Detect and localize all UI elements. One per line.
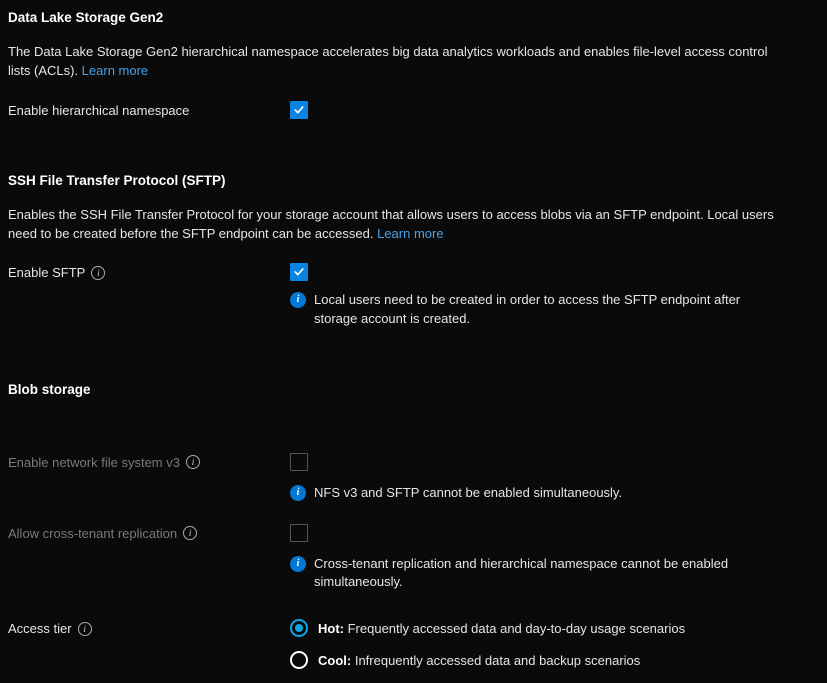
section-heading-sftp: SSH File Transfer Protocol (SFTP) [8, 173, 817, 188]
learn-more-link-sftp[interactable]: Learn more [377, 226, 443, 241]
info-icon: i [290, 485, 306, 501]
access-tier-cool-label: Cool: Infrequently accessed data and bac… [318, 653, 640, 668]
learn-more-link-datalake[interactable]: Learn more [82, 63, 148, 78]
sftp-enable-label: Enable SFTP i [8, 263, 290, 280]
nfs-note: i NFS v3 and SFTP cannot be enabled simu… [290, 484, 750, 502]
cross-tenant-note-text: Cross-tenant replication and hierarchica… [314, 555, 750, 591]
radio-icon [290, 619, 308, 637]
checkmark-icon [293, 104, 305, 116]
info-icon: i [290, 292, 306, 308]
cross-tenant-label-text: Allow cross-tenant replication [8, 526, 177, 541]
radio-icon [290, 651, 308, 669]
info-icon[interactable]: i [183, 526, 197, 540]
section-desc-datalake: The Data Lake Storage Gen2 hierarchical … [8, 43, 788, 81]
access-tier-hot-radio[interactable]: Hot: Frequently accessed data and day-to… [290, 619, 817, 637]
hns-label: Enable hierarchical namespace [8, 101, 290, 118]
section-heading-datalake: Data Lake Storage Gen2 [8, 10, 817, 25]
access-tier-radio-group: Hot: Frequently accessed data and day-to… [290, 619, 817, 683]
cross-tenant-checkbox [290, 524, 308, 542]
sftp-enable-label-text: Enable SFTP [8, 265, 85, 280]
checkmark-icon [293, 266, 305, 278]
info-icon[interactable]: i [78, 622, 92, 636]
hns-checkbox[interactable] [290, 101, 308, 119]
sftp-checkbox[interactable] [290, 263, 308, 281]
cool-desc: Infrequently accessed data and backup sc… [351, 653, 640, 668]
access-tier-hot-label: Hot: Frequently accessed data and day-to… [318, 621, 685, 636]
sftp-note: i Local users need to be created in orde… [290, 291, 750, 327]
nfs-checkbox [290, 453, 308, 471]
info-icon: i [290, 556, 306, 572]
access-tier-cool-radio[interactable]: Cool: Infrequently accessed data and bac… [290, 651, 817, 669]
cross-tenant-label: Allow cross-tenant replication i [8, 524, 290, 541]
info-icon[interactable]: i [186, 455, 200, 469]
access-tier-label: Access tier i [8, 619, 290, 636]
cool-prefix: Cool: [318, 653, 351, 668]
nfs-label: Enable network file system v3 i [8, 453, 290, 470]
access-tier-label-text: Access tier [8, 621, 72, 636]
hot-prefix: Hot: [318, 621, 344, 636]
section-desc-sftp: Enables the SSH File Transfer Protocol f… [8, 206, 788, 244]
nfs-note-text: NFS v3 and SFTP cannot be enabled simult… [314, 484, 622, 502]
section-heading-blob: Blob storage [8, 382, 817, 397]
sftp-note-text: Local users need to be created in order … [314, 291, 750, 327]
nfs-label-text: Enable network file system v3 [8, 455, 180, 470]
cross-tenant-note: i Cross-tenant replication and hierarchi… [290, 555, 750, 591]
info-icon[interactable]: i [91, 266, 105, 280]
hot-desc: Frequently accessed data and day-to-day … [344, 621, 685, 636]
